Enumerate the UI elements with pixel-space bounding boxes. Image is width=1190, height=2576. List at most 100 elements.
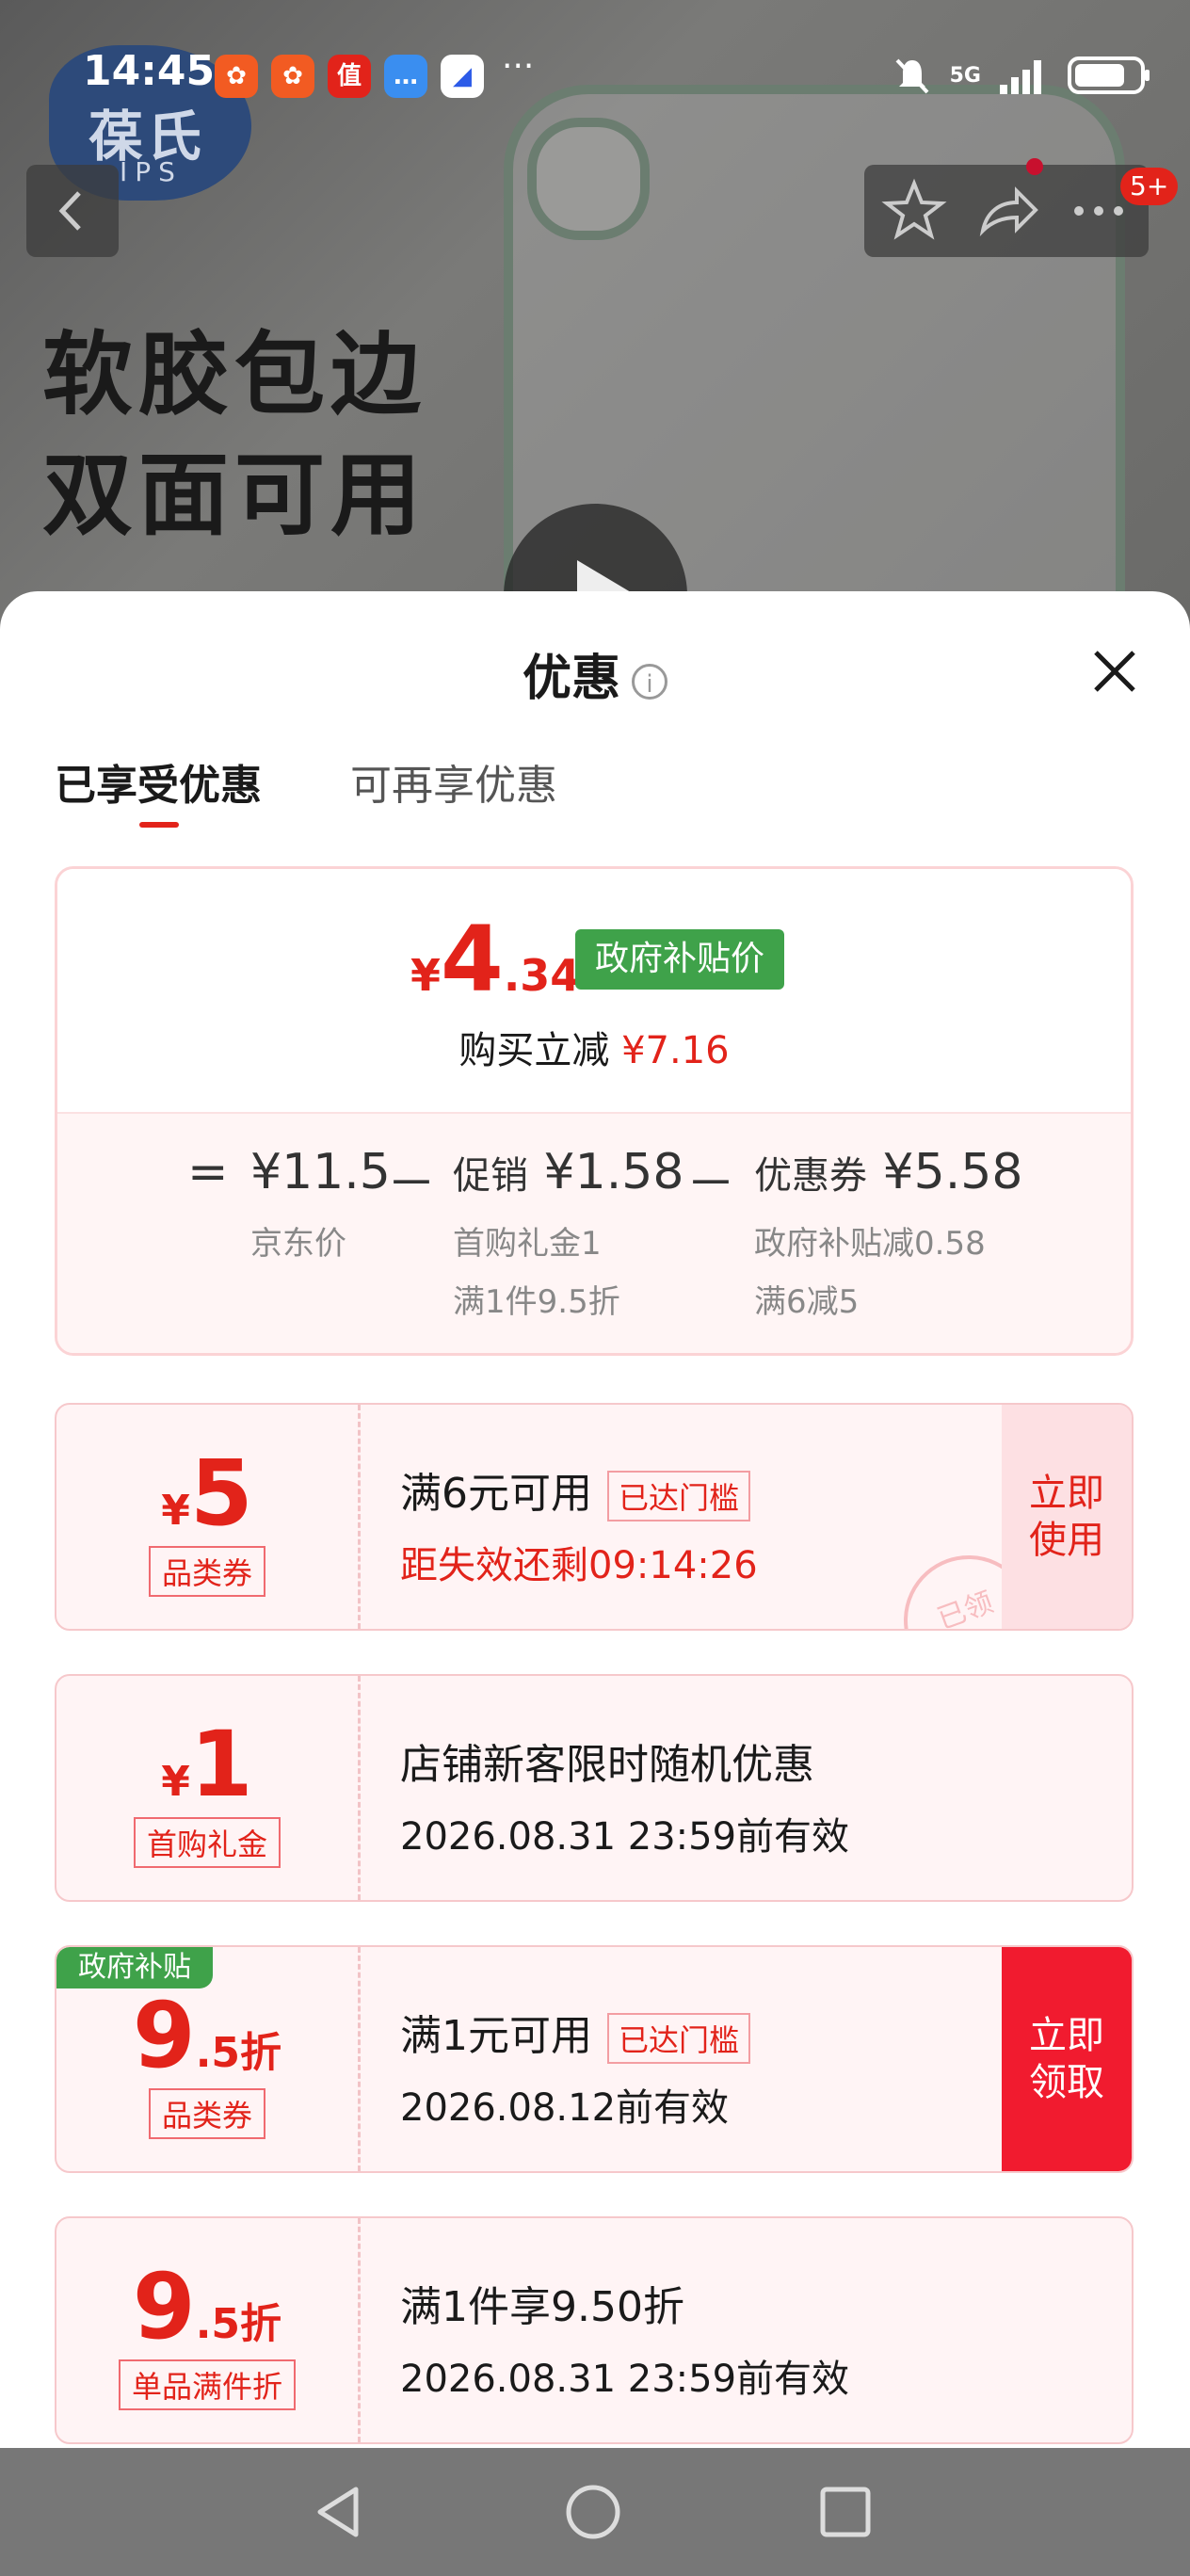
coupon-amount: 优惠券 ¥5.58 — [754, 1144, 1022, 1200]
price-summary: ¥4.34 政府补贴价 购买立减 ¥7.16 = ¥11.5 京东价 － 促销 … — [55, 866, 1134, 1356]
sheet-title-text: 优惠 — [522, 651, 620, 707]
equals-sign: = — [187, 1144, 229, 1200]
coupon-card: 9.5折 单品满件折 满1件享9.50折 2026.08.31 23:59前有效 — [55, 2216, 1134, 2444]
coupon-divider — [358, 2218, 361, 2442]
coupon-amount-number: 9 — [132, 1983, 196, 2088]
back-button[interactable] — [26, 165, 119, 257]
jd-price-label: 京东价 — [250, 1225, 346, 1263]
instant-reduction-value: ¥7.16 — [621, 1029, 730, 1072]
status-bar: 14:45 ✿ ✿ 值 … ◢ ··· 5G — [0, 0, 1190, 151]
mute-bell-icon — [895, 58, 929, 94]
use-now-button[interactable]: 立即使用 — [1002, 1405, 1132, 1629]
minus-sign-1: － — [387, 1156, 437, 1213]
coupon-value: ¥5 — [56, 1441, 358, 1546]
promo-value: ¥1.58 — [543, 1144, 684, 1200]
coupon-value: ¥5.58 — [882, 1144, 1023, 1200]
threshold-reached-badge: 已达门槛 — [607, 2013, 751, 2064]
minus-sign-2: － — [686, 1156, 736, 1213]
system-nav-bar — [0, 2448, 1190, 2576]
coupon-validity: 2026.08.31 23:59前有效 — [400, 2358, 850, 2401]
coupon-condition: 满1件享9.50折 — [400, 2283, 684, 2331]
instant-reduction-label: 购买立减 — [458, 1029, 610, 1072]
share-icon[interactable] — [973, 176, 1043, 246]
coupon-type: 品类券 — [148, 1546, 266, 1597]
promo-amount: 促销 ¥1.58 — [453, 1144, 683, 1200]
coupon-divider — [358, 1405, 361, 1629]
brand-logo-en: IPS — [120, 156, 183, 187]
top-actions — [864, 165, 1149, 257]
tab-active-indicator — [139, 822, 179, 828]
promo-sub1: 首购礼金1 — [453, 1225, 602, 1263]
coupon-condition: 满6元可用 已达门槛 — [400, 1459, 751, 1521]
coupon-sub2: 满6减5 — [754, 1283, 860, 1321]
coupon-yen: ¥ — [161, 1487, 190, 1535]
coupon-label: 优惠券 — [754, 1154, 867, 1198]
coupon-divider — [358, 1676, 361, 1900]
coupon-condition-text: 满6元可用 — [400, 1470, 592, 1518]
promo-label: 促销 — [453, 1154, 528, 1198]
coupon-discount-suffix: .5折 — [195, 2029, 282, 2077]
gov-subsidy-corner-tag: 政府补贴 — [56, 1947, 213, 1988]
zhi-app-icon: 值 — [328, 55, 371, 98]
claim-now-button[interactable]: 立即领取 — [1002, 1947, 1132, 2171]
coupon-validity: 2026.08.31 23:59前有效 — [400, 1815, 850, 1859]
tab-more-available[interactable]: 可再享优惠 — [350, 751, 557, 812]
final-price-yen: ¥ — [410, 950, 442, 1001]
coupon-discount-suffix: .5折 — [195, 2300, 282, 2348]
status-overflow: ··· — [502, 47, 535, 86]
instant-reduction: 购买立减 ¥7.16 — [57, 1020, 1131, 1074]
coupon-card: 9.5折 品类券 政府补贴 满1元可用 已达门槛 2026.08.12前有效 立即… — [55, 1945, 1134, 2173]
nav-home-icon[interactable] — [563, 2482, 623, 2542]
close-icon[interactable] — [1086, 643, 1143, 700]
browser-icon: ◢ — [441, 55, 484, 98]
coupon-card: ¥5 品类券 满6元可用 已达门槛 距失效还剩09:14:26 已领 立即使用 — [55, 1403, 1134, 1631]
coupon-value: 9.5折 — [56, 2254, 358, 2359]
final-price-dec: .34 — [503, 950, 581, 1001]
favorite-star-icon[interactable] — [879, 176, 949, 246]
coupon-countdown: 距失效还剩09:14:26 — [400, 1544, 758, 1587]
tab-enjoyed[interactable]: 已享受优惠 — [55, 751, 262, 812]
coupon-divider — [358, 1947, 361, 2171]
notification-dot — [1026, 158, 1043, 175]
coupon-amount-number: 1 — [189, 1712, 253, 1817]
jd-price: ¥11.5 — [250, 1144, 391, 1200]
coupon-type: 品类券 — [148, 2088, 266, 2139]
coupon-value: 9.5折 — [56, 1983, 358, 2088]
coupon-condition-text: 满1元可用 — [400, 2012, 592, 2060]
coupon-amount-number: 5 — [189, 1441, 253, 1546]
cart-badge: 5+ — [1120, 168, 1179, 205]
coupon-type: 首购礼金 — [133, 1817, 281, 1868]
coupon-validity: 2026.08.12前有效 — [400, 2086, 730, 2130]
coupon-card: ¥1 首购礼金 店铺新客限时随机优惠 2026.08.31 23:59前有效 — [55, 1674, 1134, 1902]
final-price-int: 4 — [441, 907, 504, 1012]
status-right: 5G — [892, 47, 1152, 104]
nav-recents-icon[interactable] — [815, 2482, 876, 2542]
sheet-title: 优惠 i — [0, 638, 1190, 709]
back-arrow-icon — [58, 191, 81, 231]
coupon-condition: 店铺新客限时随机优惠 — [400, 1741, 814, 1789]
coupon-value: ¥1 — [56, 1712, 358, 1817]
nav-back-icon[interactable] — [311, 2482, 371, 2542]
gov-subsidy-tag: 政府补贴价 — [575, 929, 784, 990]
coupon-amount-number: 9 — [132, 2254, 196, 2359]
hero-text-line1: 软胶包边 — [42, 322, 426, 427]
coupon-yen: ¥ — [161, 1758, 190, 1806]
status-time: 14:45 — [83, 47, 216, 95]
final-price: ¥4.34 — [410, 907, 580, 1012]
signal-icon — [1000, 60, 1041, 94]
use-now-label: 立即使用 — [1029, 1472, 1104, 1562]
message-icon: … — [384, 55, 427, 98]
app-icon-2: ✿ — [271, 55, 314, 98]
network-type: 5G — [949, 63, 981, 88]
battery-icon — [1068, 56, 1150, 94]
promo-sub2: 满1件9.5折 — [453, 1283, 620, 1321]
coupon-type: 单品满件折 — [118, 2359, 297, 2410]
claim-now-label: 立即领取 — [1029, 2014, 1104, 2104]
hero-text-line2: 双面可用 — [42, 443, 426, 548]
threshold-reached-badge: 已达门槛 — [607, 1471, 751, 1521]
discount-sheet: 优惠 i 已享受优惠 可再享优惠 ¥4.34 政府补贴价 购买立减 ¥7.16 =… — [0, 591, 1190, 2448]
coupon-condition: 满1元可用 已达门槛 — [400, 2002, 751, 2064]
app-icon-1: ✿ — [215, 55, 258, 98]
info-icon[interactable]: i — [632, 664, 667, 700]
coupon-sub1: 政府补贴减0.58 — [754, 1225, 986, 1263]
